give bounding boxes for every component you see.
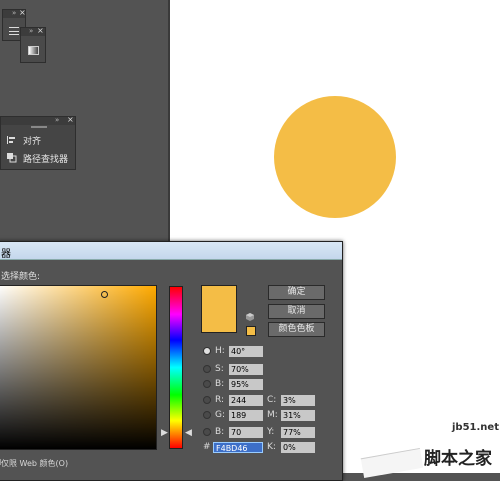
brightness-field[interactable]: B: 95% <box>203 378 263 390</box>
yellow-field[interactable]: Y: 77% <box>267 426 315 438</box>
web-only-label: 仅限 Web 颜色(O) <box>1 459 69 468</box>
red-input[interactable]: 244 <box>229 394 263 406</box>
panel-item-pathfinder[interactable]: 路径查找器 <box>7 151 68 165</box>
collapse-icon[interactable]: » <box>12 9 16 17</box>
panel-item-label: 对齐 <box>23 136 42 147</box>
watermark-url: jb51.net <box>452 422 499 433</box>
close-icon[interactable]: × <box>37 26 44 35</box>
saturation-brightness-field[interactable] <box>0 285 157 450</box>
gradient-panel-icon[interactable] <box>28 46 39 55</box>
drag-handle[interactable] <box>31 126 47 128</box>
green-input[interactable]: 189 <box>229 409 263 421</box>
panel-titlebar[interactable]: » × <box>3 8 26 18</box>
watermark-name: 脚本之家 <box>424 449 492 469</box>
field-label: B: <box>215 427 225 437</box>
field-label: C: <box>267 395 277 405</box>
field-label: # <box>203 442 211 452</box>
radio-button[interactable] <box>203 428 211 436</box>
field-label: K: <box>267 442 276 452</box>
blue-input[interactable]: 70 <box>229 426 263 438</box>
panel-item-align[interactable]: 对齐 <box>7 133 41 147</box>
field-label: H: <box>215 346 225 356</box>
saturation-field[interactable]: S: 70% <box>203 363 263 375</box>
hex-input[interactable]: F4BD46 <box>213 441 263 453</box>
hue-slider[interactable] <box>169 286 183 449</box>
pathfinder-icon <box>7 153 17 163</box>
hue-arrow-right-icon[interactable]: ◀ <box>185 428 192 438</box>
radio-button[interactable] <box>203 365 211 373</box>
dialog-title: 器 <box>1 249 11 260</box>
field-label: R: <box>215 395 225 405</box>
color-preview <box>201 285 237 333</box>
field-label: G: <box>215 410 226 420</box>
radio-button[interactable] <box>203 396 211 404</box>
cancel-button[interactable]: 取消 <box>268 304 325 319</box>
green-field[interactable]: G: 189 <box>203 409 263 421</box>
radio-button[interactable] <box>203 347 211 355</box>
brightness-input[interactable]: 95% <box>229 378 263 390</box>
color-marker[interactable] <box>101 291 108 298</box>
blue-field[interactable]: B: 70 <box>203 426 263 438</box>
field-label: B: <box>215 379 225 389</box>
collapse-icon[interactable]: » <box>29 27 33 35</box>
cyan-field[interactable]: C: 3% <box>267 394 315 406</box>
close-icon[interactable]: × <box>19 8 26 17</box>
dialog-titlebar[interactable]: 器 <box>0 242 342 260</box>
radio-button[interactable] <box>203 380 211 388</box>
hue-arrow-left-icon[interactable]: ▶ <box>161 428 168 438</box>
hue-field[interactable]: H: 40° <box>203 345 263 357</box>
color-picker-dialog[interactable]: 器 选择颜色: ▶ ◀ 确定 取消 颜色色板 H: 40° S: 70% B: … <box>0 241 343 481</box>
black-field[interactable]: K: 0% <box>267 441 315 453</box>
panel-titlebar[interactable]: » × <box>21 26 45 36</box>
select-color-label: 选择颜色: <box>1 272 41 282</box>
yellow-input[interactable]: 77% <box>281 426 315 438</box>
magenta-input[interactable]: 31% <box>281 409 315 421</box>
field-label: M: <box>267 410 278 420</box>
close-icon[interactable]: × <box>67 115 74 124</box>
out-of-gamut-cube-icon[interactable] <box>246 313 254 321</box>
hue-input[interactable]: 40° <box>229 345 263 357</box>
saturation-input[interactable]: 70% <box>229 363 263 375</box>
menu-icon[interactable] <box>9 27 19 35</box>
web-safe-swatch[interactable] <box>246 326 256 336</box>
hex-field[interactable]: # F4BD46 <box>203 441 263 453</box>
yellow-circle[interactable] <box>274 96 396 218</box>
collapse-icon[interactable]: » <box>55 116 59 124</box>
align-icon <box>7 135 17 145</box>
color-swatches-button[interactable]: 颜色色板 <box>268 322 325 337</box>
align-panel[interactable]: » × 对齐 路径查找器 <box>0 115 76 170</box>
panel-titlebar[interactable]: » × <box>1 115 75 125</box>
mini-panel-2[interactable]: » × <box>20 26 46 63</box>
cyan-input[interactable]: 3% <box>281 394 315 406</box>
ok-button[interactable]: 确定 <box>268 285 325 300</box>
red-field[interactable]: R: 244 <box>203 394 263 406</box>
panel-item-label: 路径查找器 <box>23 154 69 165</box>
magenta-field[interactable]: M: 31% <box>267 409 315 421</box>
radio-button[interactable] <box>203 411 211 419</box>
field-label: Y: <box>267 427 275 437</box>
field-label: S: <box>215 364 224 374</box>
black-input[interactable]: 0% <box>281 441 315 453</box>
